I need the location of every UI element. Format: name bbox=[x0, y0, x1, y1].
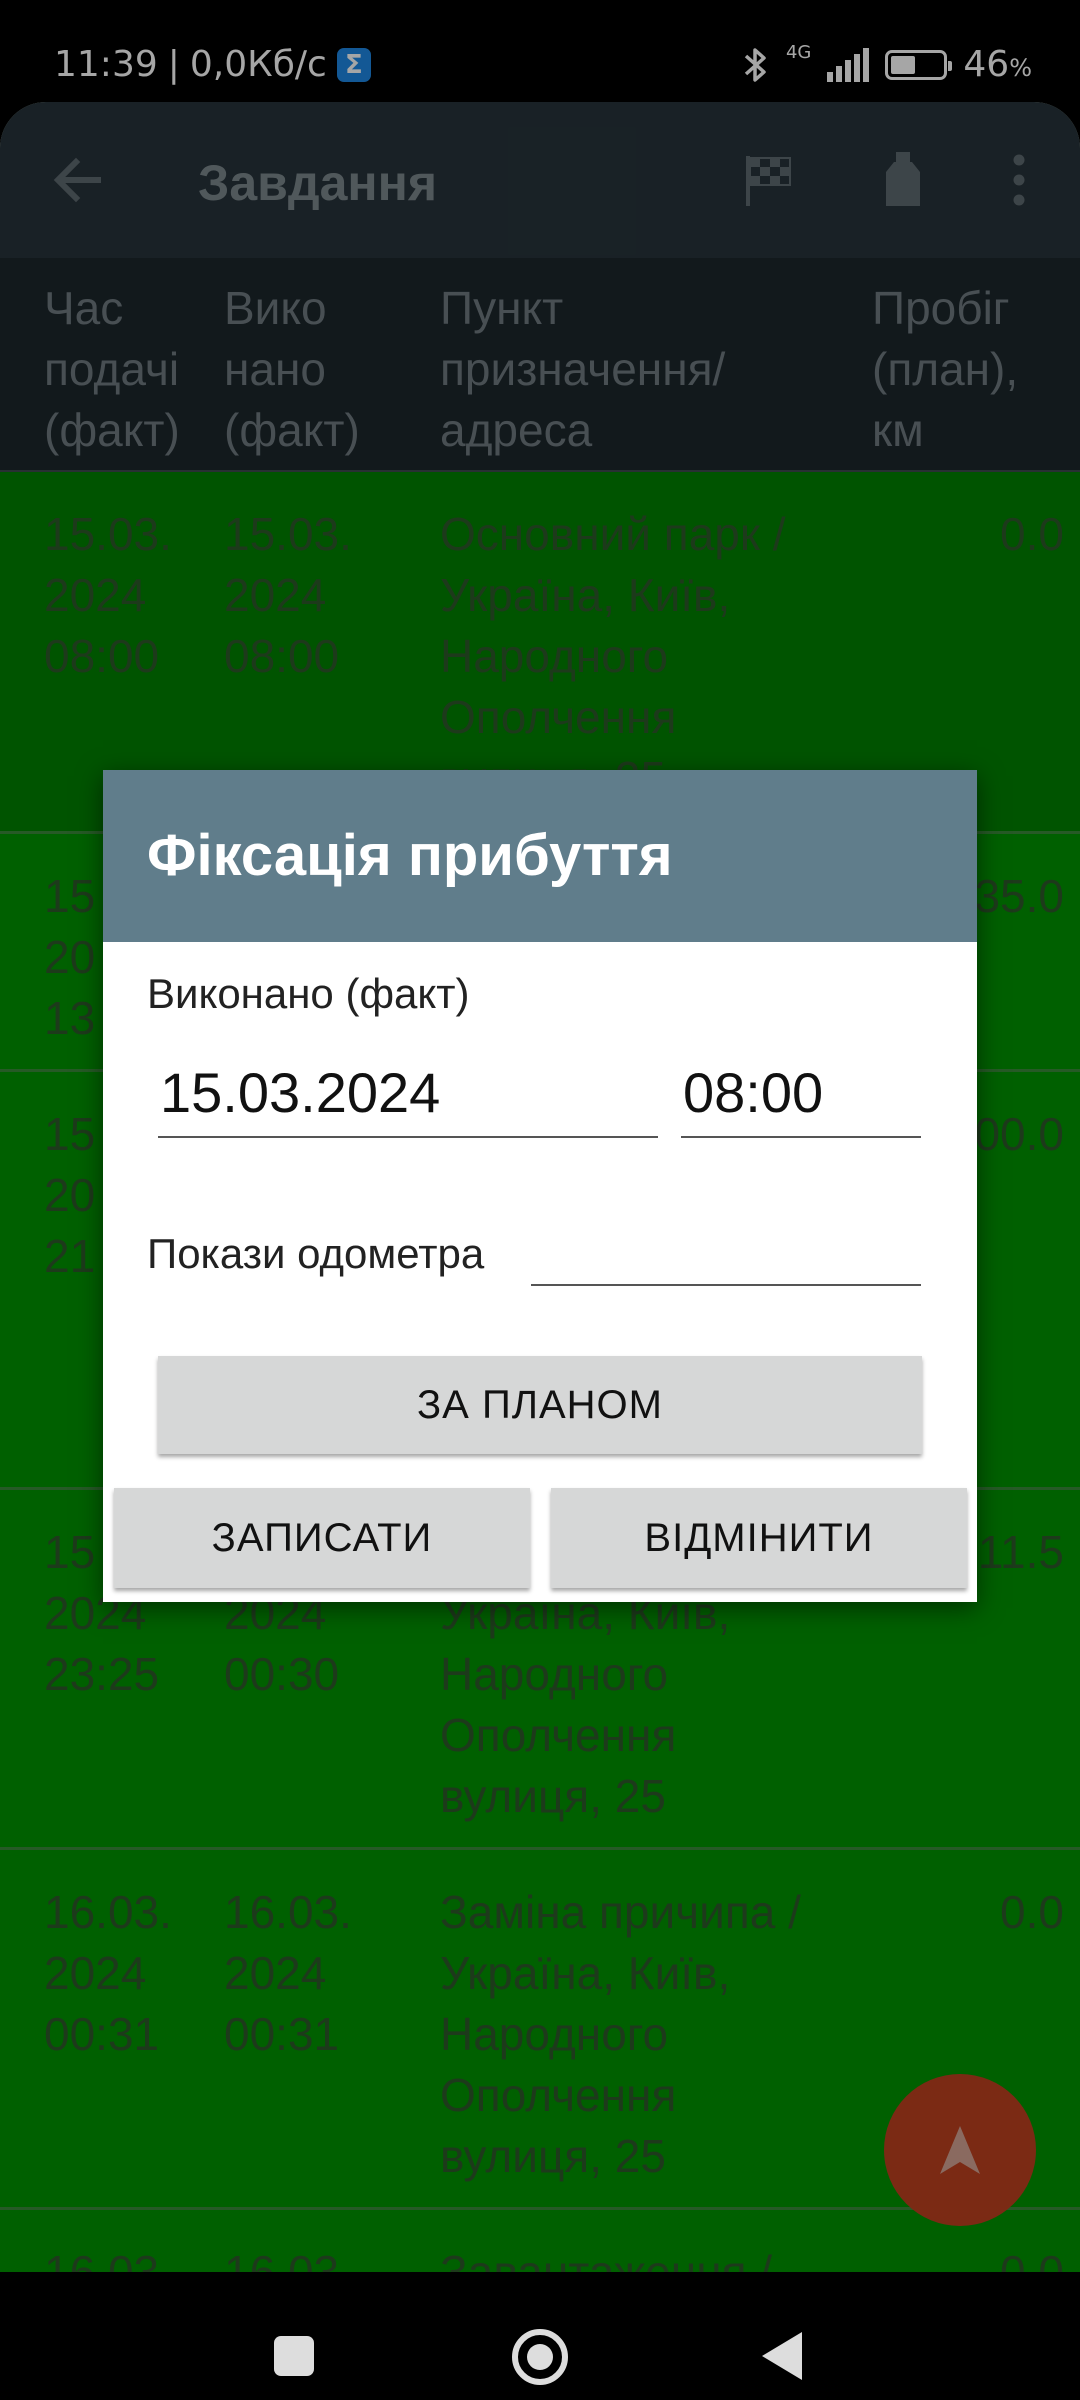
home-button[interactable] bbox=[512, 2329, 568, 2385]
row-submit-time: 15.03. 2024 08:00 bbox=[44, 508, 172, 682]
table-header: Час подачі (факт) Вико нано (факт) Пункт… bbox=[0, 258, 1080, 472]
clock: 11:39 bbox=[54, 44, 158, 85]
arrival-dialog: Фіксація прибуття Виконано (факт) 15.03.… bbox=[103, 770, 977, 1602]
more-options-button[interactable] bbox=[994, 150, 1044, 210]
status-right: 4G 46% bbox=[742, 42, 1032, 85]
header-destination: Пункт призначення/ адреса bbox=[440, 282, 726, 456]
battery-fill bbox=[891, 55, 916, 74]
row-mileage: 0.0 bbox=[1000, 2246, 1064, 2272]
table-row[interactable]: 16.03. 16.03. Завантаження / 0.0 bbox=[0, 2210, 1080, 2272]
recents-button[interactable] bbox=[274, 2336, 314, 2376]
date-field[interactable]: 15.03.2024 bbox=[158, 1050, 658, 1138]
row-mileage: 0.0 bbox=[1000, 508, 1064, 560]
row-done-time: 15.03. 2024 08:00 bbox=[224, 508, 352, 682]
row-submit-time: 16.03. 2024 00:31 bbox=[44, 1886, 172, 2060]
battery-percent: 46% bbox=[963, 44, 1032, 85]
by-plan-button[interactable]: ЗА ПЛАНОМ bbox=[158, 1356, 922, 1454]
fuel-button[interactable] bbox=[876, 150, 932, 210]
finish-flag-icon bbox=[746, 156, 791, 206]
system-nav-bar bbox=[0, 2272, 1080, 2400]
odometer-label: Покази одометра bbox=[147, 1230, 485, 1277]
system-back-button[interactable] bbox=[762, 2332, 802, 2380]
navigate-fab[interactable] bbox=[884, 2074, 1036, 2226]
dialog-header: Фіксація прибуття bbox=[103, 770, 977, 942]
time-field[interactable]: 08:00 bbox=[681, 1050, 921, 1138]
row-mileage: 0.0 bbox=[1000, 1886, 1064, 1938]
app-bar: Завдання bbox=[0, 102, 1080, 258]
status-bar: 11:39 | 0,0Кб/с Σ 4G 46% bbox=[0, 0, 1080, 100]
row-submit-time: 16.03. bbox=[44, 2246, 172, 2272]
back-button[interactable] bbox=[48, 150, 108, 210]
cancel-button[interactable]: ВІДМІНИТИ bbox=[551, 1488, 967, 1588]
bluetooth-icon bbox=[744, 47, 766, 82]
status-separator: | bbox=[167, 44, 180, 85]
odometer-field[interactable] bbox=[531, 1214, 921, 1286]
more-vert-icon bbox=[1013, 154, 1025, 206]
save-button[interactable]: ЗАПИСАТИ bbox=[114, 1488, 530, 1588]
finish-button[interactable] bbox=[742, 152, 798, 208]
sigma-app-icon: Σ bbox=[336, 47, 371, 82]
row-done-time: 16.03. bbox=[224, 2246, 352, 2272]
battery-icon bbox=[885, 49, 953, 80]
row-destination: Основний парк / Україна, Київ, Народного… bbox=[440, 508, 786, 804]
row-destination: Заміна причипа / Україна, Київ, Народног… bbox=[440, 1886, 801, 2182]
header-submit-time: Час подачі (факт) bbox=[44, 282, 180, 456]
row-destination: Завантаження / bbox=[440, 2246, 773, 2272]
signal-icon bbox=[827, 47, 870, 82]
network-speed: 0,0Кб/с bbox=[189, 44, 327, 85]
header-done-time: Вико нано (факт) bbox=[224, 282, 360, 456]
row-done-time: 16.03. 2024 00:31 bbox=[224, 1886, 352, 2060]
network-type: 4G bbox=[785, 42, 812, 63]
back-arrow-icon bbox=[53, 157, 101, 203]
date-value: 15.03.2024 bbox=[160, 1061, 441, 1124]
page-title: Завдання bbox=[198, 155, 437, 211]
done-label: Виконано (факт) bbox=[147, 970, 470, 1017]
header-mileage: Пробіг (план), км bbox=[872, 282, 1019, 456]
navigation-arrow-icon bbox=[940, 2126, 980, 2174]
time-value: 08:00 bbox=[683, 1061, 824, 1124]
fuel-can-icon bbox=[886, 152, 920, 206]
dialog-title: Фіксація прибуття bbox=[147, 823, 673, 888]
status-left: 11:39 | 0,0Кб/с Σ bbox=[54, 44, 371, 85]
